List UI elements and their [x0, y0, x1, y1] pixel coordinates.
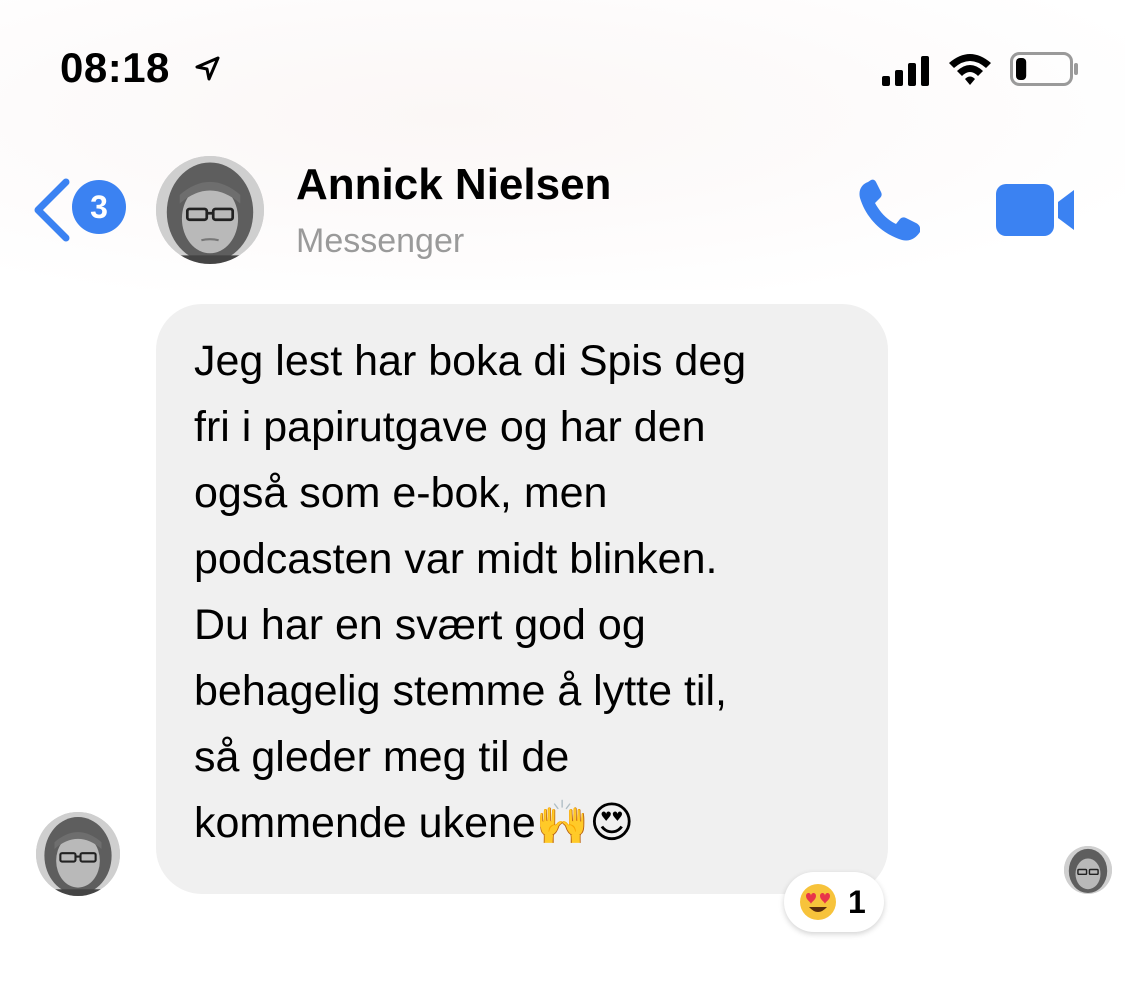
- contact-name[interactable]: Annick Nielsen: [296, 160, 611, 210]
- wifi-icon: [949, 54, 991, 85]
- location-arrow-icon: [195, 56, 220, 81]
- video-camera-icon[interactable]: [994, 182, 1078, 238]
- unread-badge[interactable]: 3: [72, 180, 126, 234]
- contact-avatar[interactable]: [156, 156, 264, 264]
- phone-icon[interactable]: [854, 176, 928, 246]
- sender-avatar[interactable]: [36, 812, 120, 896]
- contact-subtitle: Messenger: [296, 222, 465, 260]
- message-reaction[interactable]: 1: [784, 872, 884, 932]
- cellular-signal-icon: [882, 56, 929, 86]
- battery-low-icon: [1010, 52, 1078, 86]
- reaction-count: 1: [848, 883, 866, 920]
- back-chevron-icon[interactable]: [28, 176, 74, 244]
- message-text: Jeg lest har boka di Spis deg fri i papi…: [194, 337, 747, 847]
- seen-receipt-avatar: [1064, 846, 1112, 894]
- status-time: 08:18: [60, 44, 170, 91]
- heart-eyes-emoji-icon: [800, 884, 836, 920]
